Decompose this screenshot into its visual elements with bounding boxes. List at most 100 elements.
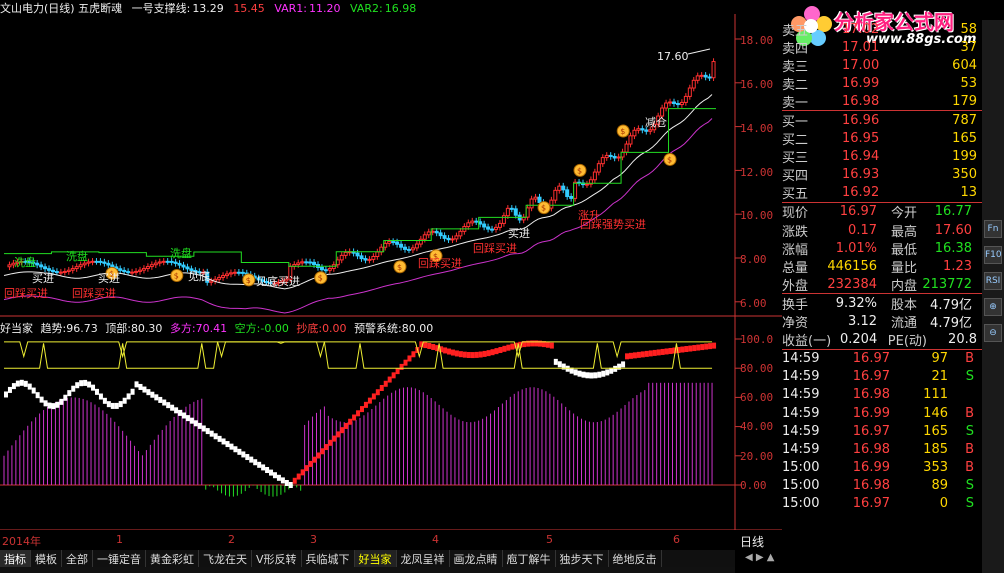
candle-body [66,269,71,272]
tick-volume: 0 [939,495,948,511]
buy-row[interactable]: 买三 16.94 199 [782,148,982,166]
tab-13[interactable]: 绝地反击 [609,550,662,567]
trend-mark [142,386,147,393]
ann-buy-2: 买进 [98,272,120,285]
candle-body [165,260,170,263]
candle-body [221,275,226,278]
tab-3[interactable]: 一锤定音 [93,550,146,567]
candle-body [130,271,135,274]
trend-mark [632,352,637,359]
trend-mark [75,382,80,389]
long-value: 70.41 [195,322,228,335]
buy-row[interactable]: 买四 16.93 350 [782,166,982,184]
trend-mark [617,363,622,370]
tab-9[interactable]: 龙凤呈祥 [397,550,450,567]
candle-body [78,264,83,268]
trend-mark [597,371,602,378]
tick-side: S [965,477,974,493]
tab-11[interactable]: 庖丁解牛 [503,550,556,567]
tab-0[interactable]: 指标 [0,550,31,567]
trend-mark [296,473,301,480]
high-value: 17.60 [934,222,972,238]
candle-body [240,271,245,274]
sidebar-button-1[interactable]: F10 [984,246,1002,264]
trend-mark [47,402,52,409]
trend-mark [237,448,242,455]
price-tick: 12.00 [740,166,774,179]
tick-row: 14:59 16.98 111 [782,386,982,404]
tick-price: 16.98 [852,477,890,493]
tab-1[interactable]: 模板 [31,550,62,567]
tab-8[interactable]: 好当家 [354,550,397,567]
tick-row: 14:59 16.99 146 B [782,404,982,422]
ratio-value: 1.23 [943,258,972,274]
candle-body [711,61,716,79]
sidebar-button-4[interactable]: ⊖ [984,324,1002,342]
candle-body [177,262,182,266]
sell-row[interactable]: 卖二 16.99 53 [782,74,982,93]
trend-mark [336,431,341,438]
osc-tick: 20.00 [740,450,774,463]
buy-row[interactable]: 买二 16.95 165 [782,130,982,148]
sidebar-button-2[interactable]: RSI [984,272,1002,290]
period-nav-icons[interactable]: ◀ ▶ ▲ [745,552,774,563]
tick-list[interactable]: 14:59 16.97 97 B 14:59 16.97 21 S 14:59 16.98 111 1… [782,350,982,513]
sidebar-button-0[interactable]: Fn [984,220,1002,238]
ann-return-buy-4: 回踩买进 [473,242,517,255]
tick-side: B [965,405,974,421]
buy-row[interactable]: 买五 16.92 13 [782,184,982,202]
trend-mark [652,349,657,356]
tick-time: 14:59 [782,441,820,457]
ann-reduce: 减仓 [645,115,667,129]
trend-label: 趋势: [40,322,67,335]
sell-row[interactable]: 卖四 17.01 37 [782,38,982,57]
tab-7[interactable]: 兵临城下 [302,550,355,567]
tick-volume: 185 [923,441,948,457]
candle-body [157,261,162,264]
tab-10[interactable]: 画龙点睛 [450,550,503,567]
sell-price: 17.00 [842,57,880,73]
tab-12[interactable]: 独步天下 [556,550,609,567]
tab-2[interactable]: 全部 [62,550,93,567]
chart-header: 文山电力(日线) 五虎断魂 一号支撑线: 13.29 15.45 VAR1: 11.… [0,0,735,15]
osc-tick: 80.00 [740,362,774,375]
osc-bars [3,382,713,497]
ratio-label: 量比 [890,260,917,276]
buy-row[interactable]: 买一 16.96 787 [782,111,982,130]
tab-4[interactable]: 黄金彩虹 [146,550,199,567]
tab-5[interactable]: 飞龙在天 [199,550,252,567]
candle-body [699,74,704,77]
sidebar-button-3[interactable]: ⊕ [984,298,1002,316]
period-label[interactable]: 日线 [740,533,764,550]
candle-body [426,231,431,236]
trend-mark [348,418,353,425]
candle-body [90,260,95,263]
long-label: 多方: [169,322,196,335]
candle-body [414,243,419,249]
trend-mark [114,402,119,409]
trend-mark [233,446,238,453]
candle-body [122,269,127,273]
tab-6[interactable]: V形反转 [252,550,302,567]
now-value: 16.97 [839,204,877,220]
candle-body [454,235,459,240]
sell-row[interactable]: 卖五 17.02 58 [782,20,982,39]
price-chart[interactable]: $ $ $ $$$$$$$ 17.60 洗盘 洗盘 洗盘 买进 买进 回踩买进 回踩买… [0,14,782,530]
trend-mark [7,386,12,393]
trend-mark [134,381,139,388]
trend-mark [158,396,163,403]
trend-mark [557,361,562,368]
trend-mark [664,348,669,355]
candle-body [153,262,158,266]
sell-row[interactable]: 卖三 17.00 604 [782,56,982,75]
price-tick: 6.00 [740,297,767,310]
trend-mark [87,381,92,388]
sell-volume: 604 [952,57,977,73]
sell-row[interactable]: 卖一 16.98 179 [782,92,982,111]
trend-mark [83,379,88,386]
ann-return-buy-3: 回踩买进 [418,257,462,270]
tick-volume: 165 [923,423,948,439]
trend-mark [399,363,404,370]
candle-body [387,241,392,244]
candle-body [363,258,368,261]
